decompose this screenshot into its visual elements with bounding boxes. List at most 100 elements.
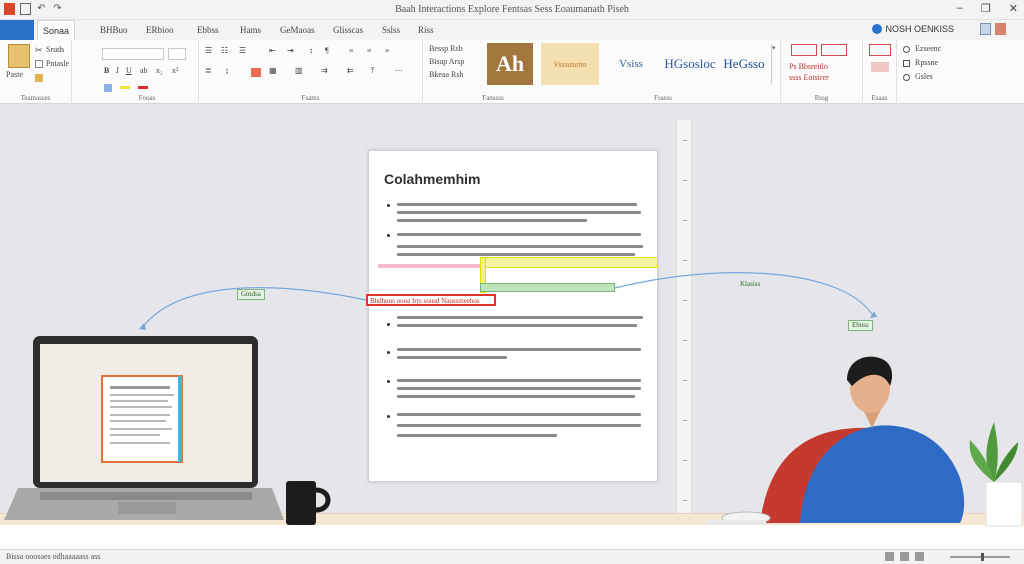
find-label[interactable]: Ezseenc	[915, 44, 941, 53]
share-icon[interactable]	[980, 23, 991, 35]
align-center-icon[interactable]: ≡	[367, 46, 372, 55]
cut-label[interactable]: Sruds	[46, 45, 64, 54]
comments-icon[interactable]	[995, 23, 1006, 35]
copy-icon[interactable]	[35, 60, 43, 68]
underline-icon[interactable]: U	[126, 66, 132, 75]
tab-view[interactable]: Riss	[418, 25, 434, 35]
select-icon[interactable]	[903, 74, 910, 81]
paste-button-label[interactable]: Paste	[6, 70, 23, 79]
tab-insert[interactable]: BHBuo	[100, 25, 128, 35]
strikethrough-icon[interactable]: ab	[140, 66, 148, 75]
laptop-doc-line	[110, 434, 160, 436]
paragraph-settings-icon[interactable]: ⋯	[395, 66, 403, 75]
title-bar: ↶ ↷ Baah Interactions Explore Fentsas Se…	[0, 0, 1024, 20]
multilevel-list-icon[interactable]: ☰	[239, 46, 246, 55]
style-swatch-3[interactable]: HGsosloc	[664, 43, 716, 85]
tab-layout[interactable]: Hams	[240, 25, 261, 35]
ruler-tick	[683, 460, 687, 461]
ltr-icon[interactable]: ⇉	[321, 66, 328, 75]
find-icon[interactable]	[903, 46, 910, 53]
document-page[interactable]: Colahmemhim	[368, 150, 658, 482]
editing-label-2[interactable]: ssss Eotsirer	[789, 73, 829, 82]
bold-icon[interactable]: B	[104, 66, 109, 75]
replace-label[interactable]: Rpssne	[915, 58, 938, 67]
increase-indent-icon[interactable]: ⇥	[287, 46, 294, 55]
tab-review[interactable]: Sslss	[382, 25, 400, 35]
laptop-doc-line	[110, 400, 168, 402]
bullet	[387, 351, 390, 354]
zoom-slider[interactable]	[950, 556, 1010, 558]
plant-leaf	[994, 442, 1018, 482]
font-color-icon[interactable]	[138, 86, 148, 89]
yellow-highlight[interactable]	[480, 257, 658, 268]
tell-me-search[interactable]: NOSH OENKISS	[872, 24, 954, 34]
cut-icon[interactable]: ✂	[35, 46, 43, 55]
sort-icon[interactable]: ↕	[309, 46, 313, 55]
read-mode-icon[interactable]	[885, 552, 894, 561]
comment-right[interactable]: Ebuss	[848, 320, 873, 331]
track-changes-icon[interactable]	[791, 44, 817, 56]
red-highlight-text: Bhdhuus oooa Irrs sousd Naussmeehos	[370, 297, 480, 305]
text-line	[397, 413, 641, 416]
style-swatch-4[interactable]: HeGsso	[719, 43, 769, 85]
superscript-icon[interactable]: x²	[172, 66, 178, 75]
maximize-button[interactable]: ❐	[981, 2, 991, 15]
subscript-icon[interactable]: x₂	[156, 66, 163, 75]
help-icon	[872, 24, 883, 34]
line-spacing-icon[interactable]: ↨	[225, 66, 229, 75]
close-button[interactable]: ✕	[1009, 2, 1018, 15]
numbering-icon[interactable]: ☷	[221, 46, 228, 55]
borders-icon[interactable]: ▦	[269, 66, 277, 75]
rtl-icon[interactable]: ⇇	[347, 66, 354, 75]
zoom-slider-handle[interactable]	[981, 553, 984, 561]
tab-file[interactable]	[0, 20, 34, 40]
editor-icon[interactable]	[871, 62, 889, 72]
decrease-indent-icon[interactable]: ⇤	[269, 46, 276, 55]
dictate-group-label: Esaas	[871, 94, 888, 102]
align-left-icon[interactable]: ≡	[349, 46, 354, 55]
styles-more-icon[interactable]: ▾	[771, 44, 778, 84]
italic-icon[interactable]: I	[116, 66, 119, 75]
copy-label[interactable]: Pntasle	[46, 59, 69, 68]
font-size-select[interactable]	[168, 48, 186, 60]
web-layout-icon[interactable]	[915, 552, 924, 561]
comment-right-text[interactable]: Klasiss	[740, 280, 760, 288]
paragraph-spacing-icon[interactable]: ⤒	[371, 66, 375, 76]
vertical-ruler	[676, 120, 692, 520]
tab-mailings[interactable]: Glisscas	[333, 25, 363, 35]
align-right-icon[interactable]: ≡	[385, 46, 390, 55]
comment-left[interactable]: Gmdsa	[237, 289, 265, 300]
format-painter-icon[interactable]	[35, 74, 43, 82]
text-effects-icon[interactable]	[104, 84, 112, 92]
styles-left-group-label: Fanssss	[482, 94, 504, 102]
green-highlight[interactable]	[480, 283, 615, 292]
style-heading-swatch[interactable]: Ah	[487, 43, 533, 85]
tab-draw[interactable]: ERbioo	[146, 25, 174, 35]
font-name-select[interactable]	[102, 48, 164, 60]
style-preview-2[interactable]: Bisap Arsp	[429, 57, 464, 66]
style-swatch-1[interactable]: Vsssaseno	[541, 43, 599, 85]
tab-references[interactable]: GeMaoas	[280, 25, 315, 35]
style-preview-1[interactable]: Bessp Rsb	[429, 44, 463, 53]
justify-icon[interactable]: ≣	[205, 66, 212, 75]
shading-icon[interactable]	[251, 68, 261, 77]
style-preview-3[interactable]: Bkeaa Rsh	[429, 70, 463, 79]
editing-label-1[interactable]: Ps Bbsreitlo	[789, 62, 828, 71]
highlight-color-icon[interactable]	[120, 86, 130, 89]
style-swatch-2[interactable]: Vsiss	[601, 43, 661, 85]
replace-icon[interactable]	[903, 60, 910, 67]
ruler-tick	[683, 260, 687, 261]
print-layout-icon[interactable]	[900, 552, 909, 561]
tab-home[interactable]: Sonaa	[37, 20, 75, 41]
markup-icon[interactable]	[821, 44, 847, 56]
columns-icon[interactable]: ▥	[295, 66, 303, 75]
minimize-button[interactable]: –	[957, 2, 963, 15]
select-label[interactable]: Gsles	[915, 72, 933, 81]
bullets-icon[interactable]: ☰	[205, 46, 212, 55]
show-marks-icon[interactable]: ¶	[325, 46, 329, 55]
tab-design[interactable]: Ebbss	[197, 25, 219, 35]
editing-group-label: Rssg	[814, 94, 829, 102]
ribbon-tabs: Sonaa BHBuo ERbioo Ebbss Hams GeMaoas Gl…	[0, 20, 1024, 41]
dictate-icon[interactable]	[869, 44, 891, 56]
paste-icon[interactable]	[8, 44, 30, 68]
